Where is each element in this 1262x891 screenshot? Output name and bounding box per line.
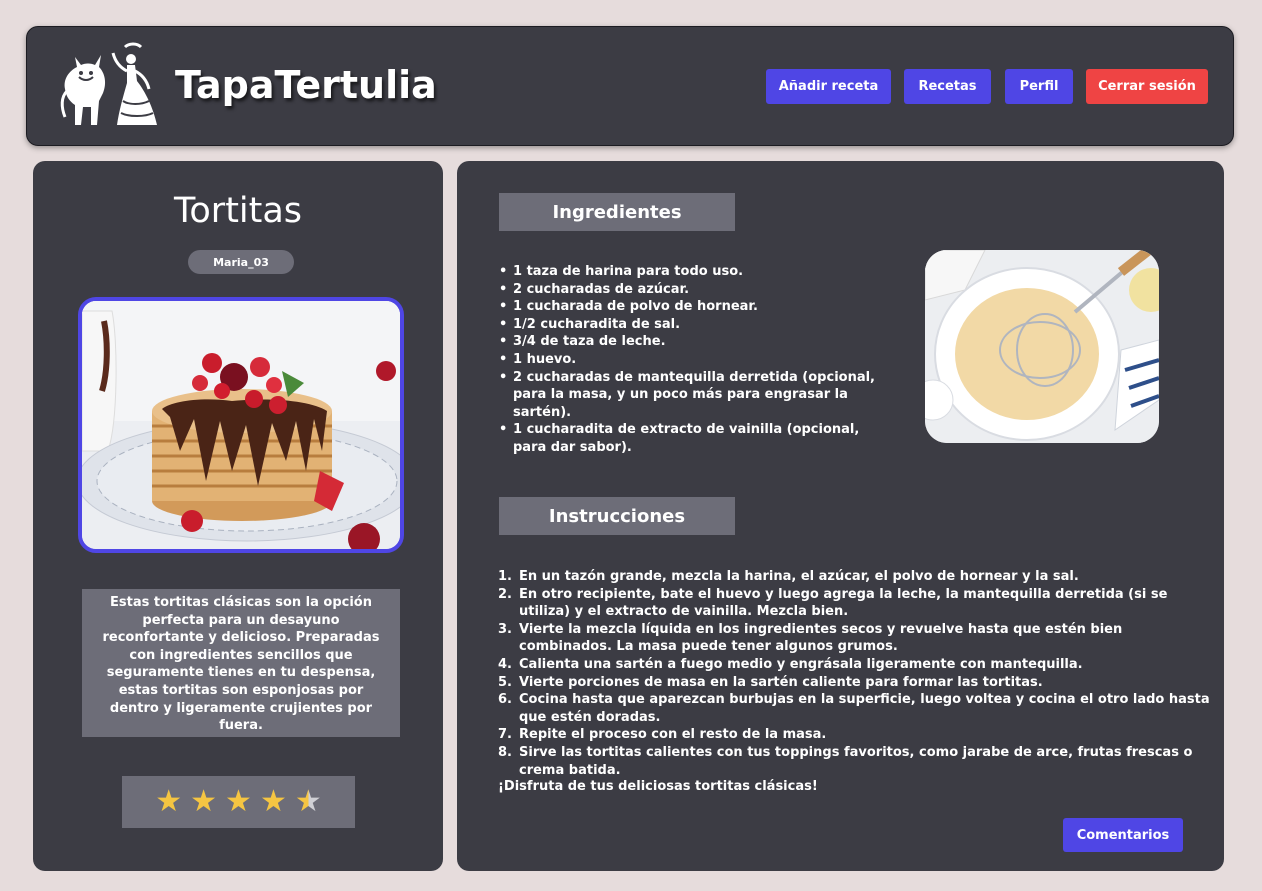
recipe-detail-panel: Ingredientes 1 taza de harina para todo … <box>457 161 1224 871</box>
ingredient-item: 1 huevo. <box>499 351 893 369</box>
star-rating[interactable]: ★ ★ ★ ★ ★ <box>122 776 355 828</box>
site-header: TapaTertulia Añadir receta Recetas Perfi… <box>26 26 1234 146</box>
instruction-step: 5. Vierte porciones de masa en la sartén … <box>498 674 1043 690</box>
pancakes-photo <box>78 297 404 553</box>
author-badge[interactable]: Maria_03 <box>188 250 294 274</box>
instruction-step: 1. En un tazón grande, mezcla la harina, … <box>498 569 1079 584</box>
pancake-stack-image <box>82 301 400 549</box>
recipe-summary-panel: Tortitas Maria_03 Estas tortitas clásica… <box>33 161 443 871</box>
instruction-step: 2. En otro recipiente, bate el huevo y lu… <box>498 586 1168 620</box>
ingredient-item: 1 cucharada de polvo de hornear. <box>499 298 893 316</box>
instruction-step: 7. Repite el proceso con el resto de la m… <box>498 727 827 743</box>
ingredient-item: 1 cucharadita de extracto de vainilla (o… <box>499 421 893 456</box>
instructions-heading: Instrucciones <box>499 497 735 535</box>
batter-bowl-photo <box>925 250 1159 443</box>
ingredients-list: 1 taza de harina para todo uso. 2 cuchar… <box>499 263 893 457</box>
add-recipe-button[interactable]: Añadir receta <box>766 69 891 104</box>
logout-button[interactable]: Cerrar sesión <box>1086 69 1208 104</box>
ingredient-item: 3/4 de taza de leche. <box>499 333 893 351</box>
instruction-step: 4. Calienta una sartén a fuego medio y en… <box>498 656 1083 672</box>
brand-name[interactable]: TapaTertulia <box>175 63 437 107</box>
recipe-description: Estas tortitas clásicas son la opción pe… <box>82 589 400 737</box>
ingredient-item: 2 cucharadas de mantequilla derretida (o… <box>499 369 893 422</box>
recipes-button[interactable]: Recetas <box>904 69 991 104</box>
comments-button[interactable]: Comentarios <box>1063 818 1183 852</box>
instruction-step: 6. Cocina hasta que aparezcan burbujas en… <box>498 692 1210 725</box>
ingredient-item: 2 cucharadas de azúcar. <box>499 281 893 299</box>
bull-dancer-logo-icon[interactable] <box>57 41 163 131</box>
instruction-step: 3. Vierte la mezcla líquida en los ingred… <box>498 621 1123 655</box>
batter-bowl-image <box>925 250 1159 443</box>
ingredient-item: 1/2 cucharadita de sal. <box>499 316 893 334</box>
ingredient-item: 1 taza de harina para todo uso. <box>499 263 893 281</box>
recipe-title: Tortitas <box>173 191 303 231</box>
instructions-list: 1. En un tazón grande, mezcla la harina, … <box>498 568 1219 779</box>
star-full-icon[interactable]: ★ <box>190 787 217 817</box>
ingredients-heading: Ingredientes <box>499 193 735 231</box>
star-half-icon[interactable]: ★ <box>295 787 322 817</box>
instruction-step: 8. Sirve las tortitas calientes con tus t… <box>498 744 1193 778</box>
star-full-icon[interactable]: ★ <box>260 787 287 817</box>
star-full-icon[interactable]: ★ <box>225 787 252 817</box>
closing-note: ¡Disfruta de tus deliciosas tortitas clá… <box>498 779 818 794</box>
star-full-icon[interactable]: ★ <box>155 787 182 817</box>
profile-button[interactable]: Perfil <box>1005 69 1073 104</box>
